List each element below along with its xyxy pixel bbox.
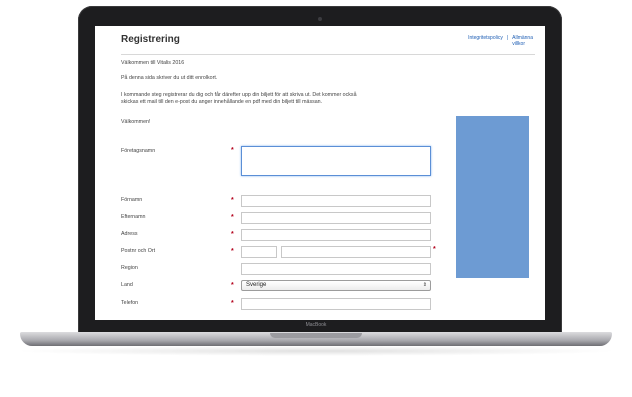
address-input[interactable] xyxy=(241,229,431,241)
laptop-base-notch xyxy=(270,333,362,338)
region-label: Region xyxy=(121,265,138,271)
last-name-input[interactable] xyxy=(241,212,431,224)
company-required-marker: * xyxy=(231,147,234,154)
page-title: Registrering xyxy=(121,34,180,45)
phone-label: Telefon xyxy=(121,300,139,306)
side-banner xyxy=(456,116,529,278)
header-links: Integritetspolicy | Allmänna villkor xyxy=(393,35,533,47)
city-input[interactable] xyxy=(281,246,431,258)
terms-link-line2[interactable]: villkor xyxy=(393,41,533,47)
address-label: Adress xyxy=(121,231,138,237)
zip-input[interactable] xyxy=(241,246,277,258)
country-required-marker: * xyxy=(231,282,234,289)
phone-required-marker: * xyxy=(231,300,234,307)
select-arrows-icon: ⇕ xyxy=(422,282,427,288)
link-separator: | xyxy=(506,35,509,41)
address-required-marker: * xyxy=(231,231,234,238)
camera-icon xyxy=(318,17,322,21)
laptop-shadow xyxy=(12,346,620,356)
company-label: Företagsnamn xyxy=(121,148,156,154)
laptop-screen: Registrering Integritetspolicy | Allmänna … xyxy=(95,26,545,320)
region-input[interactable] xyxy=(241,263,431,275)
info-text-line2: skickas ett mail till den e-post du ange… xyxy=(121,99,323,105)
greeting-text: Välkommen! xyxy=(121,119,151,125)
zip-required-marker: * xyxy=(231,248,234,255)
page-header: Registrering Integritetspolicy | Allmänna … xyxy=(121,34,533,56)
city-required-marker: * xyxy=(433,246,436,253)
first-name-label: Förnamn xyxy=(121,197,143,203)
country-select[interactable]: Sverige ⇕ xyxy=(241,280,431,291)
scene: Registrering Integritetspolicy | Allmänna … xyxy=(0,0,632,397)
country-label: Land xyxy=(121,282,133,288)
first-name-required-marker: * xyxy=(231,197,234,204)
country-select-value: Sverige xyxy=(246,282,267,288)
last-name-required-marker: * xyxy=(231,214,234,221)
intro-text: På denna sida skriver du ut ditt enrolko… xyxy=(121,75,218,81)
last-name-label: Efternamn xyxy=(121,214,146,220)
laptop-brand-label: MacBook xyxy=(305,322,327,328)
phone-input[interactable] xyxy=(241,298,431,310)
welcome-text: Välkommen till Vitalis 2016 xyxy=(121,60,185,66)
company-input[interactable] xyxy=(241,146,431,176)
first-name-input[interactable] xyxy=(241,195,431,207)
header-divider xyxy=(121,54,535,55)
privacy-link[interactable]: Integritetspolicy xyxy=(468,35,503,41)
info-text-line1: I kommande steg registrerar du dig och f… xyxy=(121,92,357,98)
zip-city-label: Postnr och Ort xyxy=(121,248,156,254)
